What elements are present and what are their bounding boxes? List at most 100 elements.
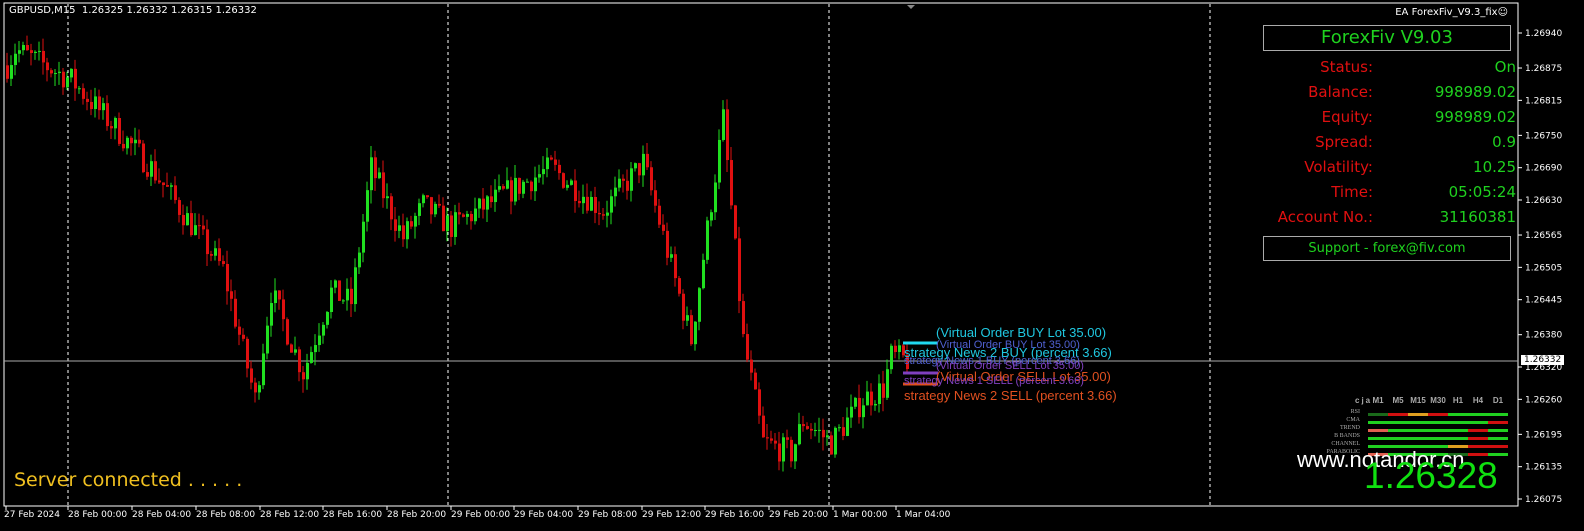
candle-body <box>782 437 785 462</box>
candle-body <box>898 345 901 353</box>
candle-body <box>738 238 741 302</box>
x-tick-label: 27 Feb 2024 <box>4 510 60 520</box>
candle-body <box>394 219 397 231</box>
candle-body <box>518 177 521 194</box>
candle-body <box>874 403 877 406</box>
signal-cell <box>1368 421 1388 424</box>
current-price-tag: 1.26332 <box>1521 355 1565 365</box>
candle-body <box>78 88 81 90</box>
candle-body <box>134 139 137 144</box>
candle-body <box>110 126 113 129</box>
panel-value: On <box>1494 58 1516 76</box>
signal-cell <box>1488 413 1508 416</box>
candle-body <box>42 50 45 63</box>
candle-body <box>534 177 537 192</box>
candle-body <box>846 417 849 436</box>
candle-body <box>526 181 529 183</box>
candle-body <box>118 117 121 144</box>
candle-body <box>62 71 65 88</box>
candle-body <box>678 278 681 294</box>
support-button[interactable]: Support - forex@fiv.com <box>1263 236 1511 261</box>
candle-body <box>90 101 93 110</box>
candle-body <box>418 203 421 216</box>
candle-body <box>458 212 461 215</box>
x-tick-label: 1 Mar 00:00 <box>833 510 888 520</box>
y-tick-label: 1.26075 <box>1525 495 1562 505</box>
panel-value: 0.9 <box>1492 133 1516 151</box>
signal-cell <box>1388 413 1408 416</box>
candle-body <box>318 335 321 346</box>
candle-body <box>830 435 833 455</box>
candle-body <box>322 324 325 336</box>
candle-body <box>638 163 641 176</box>
candle-body <box>642 153 645 176</box>
candle-body <box>706 220 709 260</box>
signal-cell <box>1428 429 1448 432</box>
candle-body <box>566 184 569 188</box>
candle-body <box>658 205 661 225</box>
signal-cell <box>1408 421 1428 424</box>
candle-body <box>6 65 9 79</box>
candle-body <box>182 214 185 226</box>
signal-cell <box>1368 413 1388 416</box>
y-tick-label: 1.26135 <box>1525 463 1562 473</box>
candle-body <box>770 438 773 441</box>
candle-body <box>54 73 57 75</box>
candle-body <box>514 177 517 202</box>
y-tick-label: 1.26750 <box>1525 131 1562 141</box>
candle-body <box>250 368 253 383</box>
candle-body <box>766 437 769 439</box>
candle-body <box>174 185 177 201</box>
candle-body <box>126 137 129 149</box>
candle-body <box>370 157 373 191</box>
candle-body <box>306 362 309 380</box>
candle-body <box>14 53 17 66</box>
candle-body <box>10 65 13 79</box>
y-tick-label: 1.26815 <box>1525 96 1562 106</box>
candle-body <box>858 397 861 418</box>
candle-body <box>38 50 41 52</box>
candle-body <box>522 181 525 194</box>
ea-label[interactable]: EA ForexFiv_V9.3_fix☺ <box>1395 7 1508 18</box>
candle-body <box>494 189 497 203</box>
signal-cell <box>1468 445 1488 448</box>
candle-body <box>430 197 433 215</box>
shift-marker-icon <box>907 5 915 9</box>
candle-body <box>46 62 49 71</box>
candle-body <box>714 182 717 213</box>
candle-body <box>382 172 385 199</box>
candle-body <box>586 196 589 211</box>
candle-body <box>154 161 157 181</box>
candle-body <box>82 88 85 99</box>
candle-body <box>802 424 805 427</box>
signal-cell <box>1468 429 1488 432</box>
y-tick-label: 1.26565 <box>1525 231 1562 241</box>
signal-cell <box>1388 421 1408 424</box>
candle-body <box>150 161 153 177</box>
x-tick-label: 29 Feb 16:00 <box>705 510 764 520</box>
x-tick-label: 28 Feb 00:00 <box>68 510 127 520</box>
candle-body <box>410 221 413 227</box>
candle-body <box>226 263 229 292</box>
candle-body <box>210 254 213 256</box>
candle-body <box>482 198 485 210</box>
candle-body <box>826 435 829 438</box>
candle-body <box>202 225 205 230</box>
timeframe-header: M30 <box>1430 396 1446 405</box>
candle-body <box>894 345 897 353</box>
x-tick-label: 28 Feb 04:00 <box>132 510 191 520</box>
candle-body <box>862 405 865 418</box>
signal-cell <box>1488 445 1508 448</box>
candle-body <box>130 137 133 144</box>
ohlc-values: 1.26325 1.26332 1.26315 1.26332 <box>81 5 257 16</box>
signal-text: (Virtual Order BUY Lot 35.00) <box>936 325 1107 340</box>
signal-cell <box>1368 429 1388 432</box>
candle-body <box>354 267 357 305</box>
candle-body <box>310 352 313 363</box>
indicator-label: TREND <box>1340 425 1360 431</box>
candle-body <box>506 180 509 189</box>
candle-body <box>878 383 881 404</box>
candle-body <box>490 196 493 203</box>
y-tick-label: 1.26875 <box>1525 64 1562 74</box>
candle-body <box>498 186 501 190</box>
